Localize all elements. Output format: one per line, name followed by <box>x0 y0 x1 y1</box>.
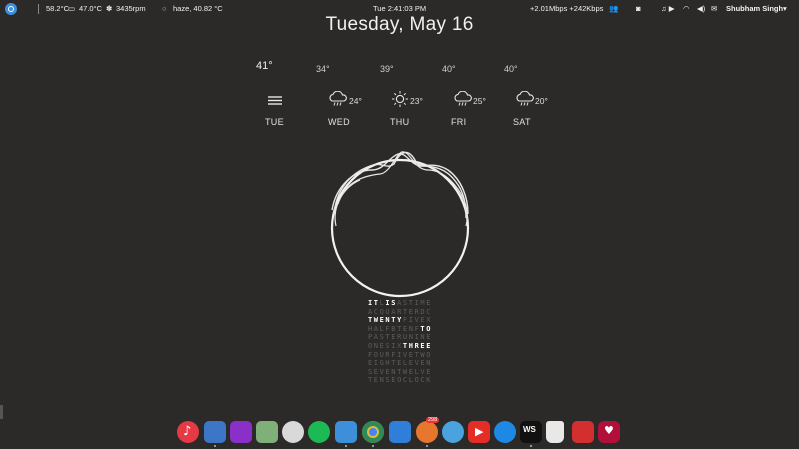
forecast-high: 39° <box>380 64 394 74</box>
forecast-day: SAT <box>513 117 531 127</box>
cloud-rain-icon <box>515 90 535 111</box>
cloud-rain-icon <box>453 90 473 111</box>
word-clock: ITLISASTIME ACQUARTERDC TWENTYFIVEX HALFBTE… <box>340 299 460 385</box>
webstorm-icon[interactable]: WS <box>520 421 542 443</box>
word-clock-row: SEVENTWELVE <box>367 367 433 376</box>
edge-handle <box>0 405 3 419</box>
chrome-icon[interactable] <box>362 421 384 443</box>
word-clock-row: HALFBTENFTO <box>367 324 433 333</box>
feed-app-icon[interactable]: 298 <box>416 417 440 443</box>
sun-icon <box>391 90 409 112</box>
shazam-icon[interactable] <box>494 421 516 443</box>
date-heading: Tuesday, May 16 <box>325 14 474 35</box>
spotify-icon[interactable] <box>308 421 330 443</box>
forecast-low: 25° <box>473 96 486 106</box>
notes-app-icon[interactable] <box>256 421 278 443</box>
mail-app-icon[interactable] <box>204 421 226 443</box>
music-app-icon[interactable]: ♪ <box>177 421 199 443</box>
browser-icon[interactable] <box>282 421 304 443</box>
clock-orb-graphic <box>330 151 470 298</box>
word-clock-row: TENSEOCLOCK <box>367 376 433 385</box>
word-clock-row: TWENTYFIVEX <box>367 316 433 325</box>
forecast-low: 23° <box>410 96 423 106</box>
forecast-high: 40° <box>442 64 456 74</box>
forecast-day: FRI <box>451 117 467 127</box>
notification-badge: 298 <box>426 417 440 423</box>
files-icon[interactable] <box>389 421 411 443</box>
forecast-day: WED <box>328 117 350 127</box>
forecast-day: THU <box>390 117 410 127</box>
tweetbot-icon[interactable] <box>442 421 464 443</box>
forecast-high: 40° <box>504 64 518 74</box>
haze-icon <box>267 92 283 111</box>
finder-icon[interactable] <box>335 421 357 443</box>
forecast-low: 24° <box>349 96 362 106</box>
youtube-icon[interactable]: ▶ <box>468 421 490 443</box>
forecast-low: 20° <box>535 96 548 106</box>
forecast-day: TUE <box>265 117 284 127</box>
cloud-rain-icon <box>328 90 348 111</box>
word-clock-row: EIGHTELEVEN <box>367 359 433 368</box>
word-clock-row: PASTERUNINE <box>367 333 433 342</box>
word-clock-row: ONESIXTHREE <box>367 341 433 350</box>
pdf-app-icon[interactable] <box>572 421 594 443</box>
word-clock-row: ITLISASTIME <box>367 299 433 307</box>
app-icon[interactable]: ♥ <box>598 421 620 443</box>
forecast-high: 41° <box>256 60 273 72</box>
separator <box>38 4 39 14</box>
word-clock-row: ACQUARTERDC <box>367 307 433 316</box>
video-editor-icon[interactable] <box>230 421 252 443</box>
forecast-high: 34° <box>316 64 330 74</box>
trash-icon[interactable] <box>546 421 564 443</box>
word-clock-row: FOURFIVETWO <box>367 350 433 359</box>
